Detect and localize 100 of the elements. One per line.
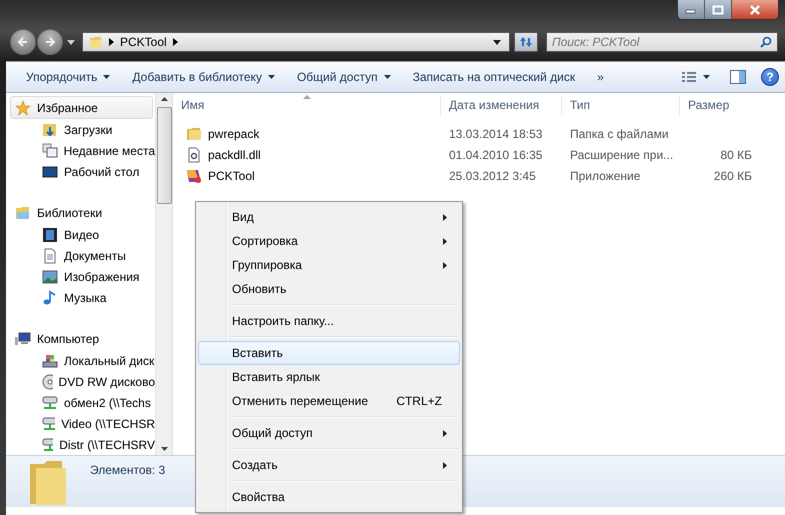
folder-icon <box>28 460 68 506</box>
file-name[interactable]: pwrepack <box>208 126 260 140</box>
sidebar-item[interactable]: Загрузки <box>6 119 155 140</box>
type-cell-text: Расширение при... <box>569 148 674 162</box>
caret-icon <box>384 75 391 79</box>
caret-icon <box>268 75 275 79</box>
type-cell-text: Приложение <box>569 168 642 182</box>
sidebar-item[interactable]: Video (\\TECHSR <box>6 413 155 434</box>
settings-file-icon <box>186 146 202 162</box>
refresh-button[interactable] <box>514 32 538 52</box>
music-note-icon <box>42 290 58 306</box>
refresh-icon <box>518 35 534 49</box>
scrollbar-thumb[interactable] <box>156 107 172 204</box>
menu-item[interactable]: Настроить папку... <box>198 309 460 333</box>
drive-icon <box>42 352 58 368</box>
sort-arrow-icon <box>302 95 310 99</box>
download-folder-icon <box>42 122 58 138</box>
network-drive-icon <box>42 416 56 432</box>
menu-item[interactable]: Общий доступ <box>198 421 460 445</box>
toolbar-button[interactable]: Упорядочить <box>20 67 116 87</box>
close-icon <box>748 4 762 16</box>
submenu-arrow-icon <box>443 214 447 220</box>
submenu-arrow-icon <box>443 238 447 244</box>
computer-icon <box>15 330 31 346</box>
breadcrumb[interactable]: PCKTool <box>120 35 167 49</box>
application-icon <box>186 168 202 184</box>
column-header[interactable]: Размер <box>680 95 760 115</box>
pane-icon <box>730 70 746 84</box>
sidebar-item[interactable]: DVD RW дисково <box>6 371 155 392</box>
dropdown-arrow-icon[interactable] <box>493 40 501 44</box>
column-header[interactable]: Тип <box>562 95 680 115</box>
folder-icon <box>89 35 103 49</box>
arrow-left-icon <box>17 36 29 48</box>
toolbar-button[interactable]: Общий доступ <box>290 67 397 87</box>
menu-item[interactable]: Вставить <box>198 341 460 365</box>
menu-item[interactable]: Свойства <box>198 485 460 509</box>
library-icon <box>15 204 31 220</box>
sidebar-item[interactable]: обмен2 (\\Techs <box>6 392 155 413</box>
sidebar-group[interactable]: Компьютер <box>10 327 153 350</box>
sidebar-group[interactable]: Библиотеки <box>10 201 153 224</box>
date-cell-text: 25.03.2012 3:45 <box>448 168 537 182</box>
size-cell-text: 80 КБ <box>719 148 753 162</box>
menu-item[interactable]: Отменить перемещение CTRL+Z <box>198 389 460 413</box>
back-button[interactable] <box>10 29 36 55</box>
minimize-button[interactable] <box>678 0 705 19</box>
menu-item[interactable]: Группировка <box>198 253 460 277</box>
chevron-right-icon <box>109 38 114 46</box>
star-icon <box>15 100 31 116</box>
type-cell-text: Папка с файлами <box>569 126 670 140</box>
forward-button[interactable] <box>37 29 63 55</box>
sidebar-item[interactable]: Музыка <box>6 287 155 308</box>
picture-icon <box>42 268 58 284</box>
sidebar-item[interactable]: Distr (\\TECHSRV <box>6 434 155 455</box>
sidebar-item[interactable]: Рабочий стол <box>6 161 155 182</box>
folder-icon <box>186 126 202 142</box>
menu-item[interactable]: Сортировка <box>198 229 460 253</box>
document-icon <box>42 248 58 264</box>
recent-places-icon <box>42 142 58 158</box>
maximize-button[interactable] <box>705 0 732 19</box>
toolbar-button[interactable]: Записать на оптический диск <box>406 67 582 87</box>
submenu-arrow-icon <box>443 262 447 268</box>
scroll-up-icon <box>160 97 168 101</box>
sidebar-group[interactable]: Избранное <box>10 96 153 119</box>
list-view-icon <box>682 71 710 83</box>
address-bar[interactable]: PCKTool <box>82 32 510 52</box>
network-drive-icon <box>42 394 58 410</box>
arrow-right-icon <box>44 36 56 48</box>
caret-icon <box>103 75 110 79</box>
menu-item[interactable]: Создать <box>198 453 460 477</box>
film-icon <box>42 226 58 242</box>
size-cell-text: 260 КБ <box>712 168 753 182</box>
sidebar-item[interactable]: Локальный диск <box>6 350 155 371</box>
menu-item[interactable]: Обновить <box>198 277 460 301</box>
desktop-icon <box>42 164 58 180</box>
submenu-arrow-icon <box>443 430 447 436</box>
search-field[interactable]: Поиск: PCKTool <box>546 32 778 52</box>
network-drive-icon <box>42 436 54 452</box>
search-icon <box>760 36 772 48</box>
date-cell-text: 13.03.2014 18:53 <box>448 126 544 140</box>
sidebar-item[interactable]: Документы <box>6 245 155 266</box>
menu-item[interactable]: Вид <box>198 205 460 229</box>
item-count: Элементов: 3 <box>90 463 166 477</box>
chevron-right-icon <box>172 38 178 46</box>
sidebar-item[interactable]: Недавние места <box>6 140 155 161</box>
maximize-icon <box>712 4 724 14</box>
sidebar-item[interactable]: Видео <box>6 224 155 245</box>
scrollbar[interactable] <box>155 93 172 455</box>
close-button[interactable] <box>732 0 778 19</box>
scroll-down-icon <box>160 447 168 451</box>
menu-item[interactable]: Вставить ярлык <box>198 365 460 389</box>
file-name[interactable]: PCKTool <box>208 168 255 182</box>
submenu-arrow-icon <box>443 462 447 468</box>
sidebar-item[interactable]: Изображения <box>6 266 155 287</box>
dropdown-arrow-icon[interactable] <box>67 40 75 44</box>
column-header[interactable]: Дата изменения <box>441 95 562 115</box>
date-cell-text: 01.04.2010 16:35 <box>448 148 544 162</box>
file-name[interactable]: packdll.dll <box>208 148 261 162</box>
toolbar-button[interactable]: Добавить в библиотеку <box>126 67 281 87</box>
more-button[interactable]: » <box>591 67 610 87</box>
column-header[interactable]: Имя <box>173 95 441 115</box>
